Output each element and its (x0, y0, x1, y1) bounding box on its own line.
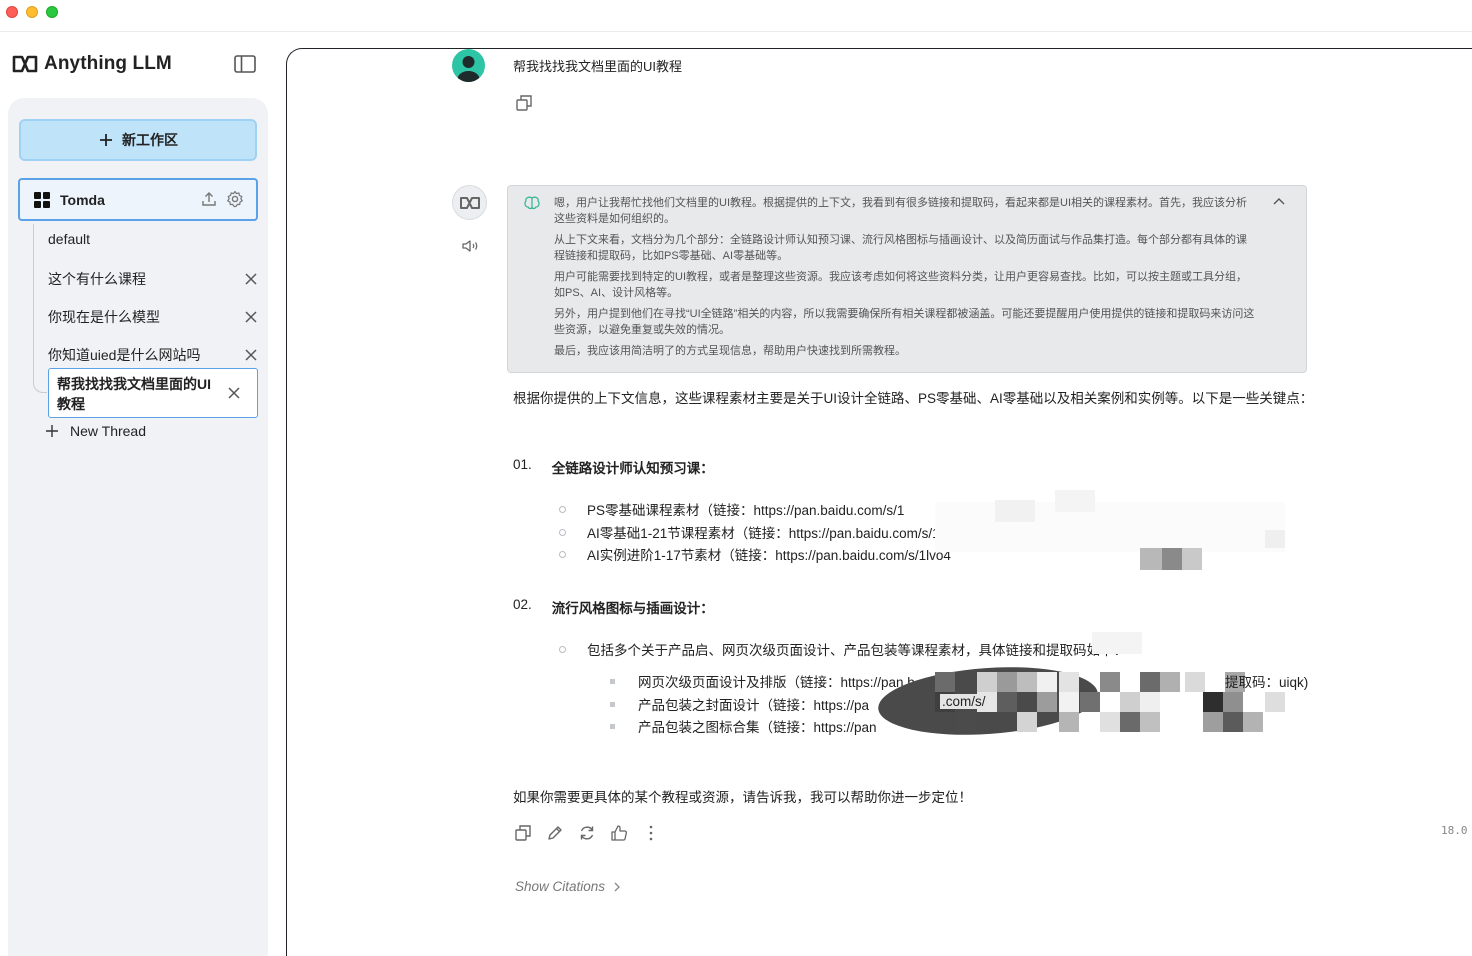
close-icon[interactable] (244, 348, 258, 362)
list-item-text: 包括多个关于产品启、网页次级页面设计、产品包装等课程素材，具体链接和提取码如下： (587, 643, 1127, 658)
list-item: PS零基础课程素材（链接：https://pan.baidu.com/s/1 (559, 499, 904, 519)
user-message: 帮我找找我文档里面的UI教程 (513, 59, 683, 74)
upload-icon[interactable] (200, 190, 218, 208)
thinking-paragraph: 另外，用户提到他们在寻找“UI全链路”相关的内容，所以我需要确保所有相关课程都被… (554, 308, 1255, 336)
message-actions (514, 824, 660, 842)
close-icon[interactable] (227, 386, 241, 400)
minimize-window-button[interactable] (26, 6, 38, 18)
gear-icon[interactable] (226, 190, 244, 208)
refresh-icon[interactable] (578, 824, 596, 842)
close-icon[interactable] (244, 272, 258, 286)
close-window-button[interactable] (6, 6, 18, 18)
thread-label: default (48, 231, 91, 247)
list-item-text: 网页次级页面设计及排版（链接：https://pan.b (638, 675, 915, 690)
list-item-text: PS零基础课程素材（链接：https://pan.baidu.com/s/1 (587, 503, 905, 518)
thinking-panel: 嗯，用户让我帮忙找他们文档里的UI教程。根据提供的上下文，我看到有很多链接和提取… (507, 185, 1307, 373)
user-icon (457, 56, 480, 82)
thinking-paragraph: 从上下文来看，文档分为几个部分：全链路设计师认知预习课、流行风格图标与插画设计、… (554, 234, 1247, 262)
thread-label: 帮我找找我文档里面的UI教程 (57, 376, 211, 412)
brand-logo-area: Anything LLM (12, 51, 172, 77)
window-titlebar (0, 0, 1472, 32)
section-heading: 流行风格图标与插画设计： (551, 601, 714, 616)
list-item: AI零基础1-21节课程素材（链接：https://pan.baidu.com/… (559, 522, 949, 542)
list-item: 包括多个关于产品启、网页次级页面设计、产品包装等课程素材，具体链接和提取码如下： (559, 639, 1127, 659)
thinking-paragraph: 用户可能需要找到特定的UI教程，或者是整理这些资源。我应该考虑如何将这些资料分类… (554, 271, 1247, 299)
brain-icon (524, 196, 540, 210)
answer-closing: 如果你需要更具体的某个教程或资源，请告诉我，我可以帮助你进一步定位！ (513, 790, 972, 805)
sidebar-toggle-icon[interactable] (233, 54, 257, 74)
section-title: 02. 流行风格图标与插画设计： (513, 597, 714, 617)
grid-icon (34, 191, 50, 208)
new-workspace-button[interactable]: 新工作区 (19, 119, 257, 161)
workspace-name: Tomda (60, 191, 105, 208)
copy-icon[interactable] (514, 824, 532, 842)
show-citations-button[interactable]: Show Citations (515, 879, 621, 894)
thinking-paragraph: 最后，我应该用简洁明了的方式呈现信息，帮助用户快速找到所需教程。 (554, 345, 906, 357)
assistant-avatar (452, 185, 487, 220)
new-thread-label: New Thread (70, 423, 147, 439)
section-number: 01. (513, 457, 532, 472)
thread-label: 你知道uied是什么网站吗 (48, 347, 201, 363)
thread-label: 这个有什么课程 (48, 271, 146, 287)
answer-intro: 根据你提供的上下文信息，这些课程素材主要是关于UI设计全链路、PS零基础、AI零… (513, 391, 1314, 406)
anythingllm-logo-icon (12, 55, 38, 73)
pencil-icon[interactable] (546, 824, 564, 842)
speaker-icon[interactable] (461, 237, 481, 255)
thread-item[interactable]: 你知道uied是什么网站吗 (48, 345, 258, 365)
thread-label: 你现在是什么模型 (48, 309, 160, 325)
link-fragment: 提取码：uiqk) (1225, 675, 1309, 690)
thread-item-default[interactable]: default (48, 231, 258, 247)
list-item-text: AI实例进阶1-17节素材（链接：https://pan.baidu.com/s… (587, 548, 951, 563)
copy-icon[interactable] (515, 94, 533, 112)
user-avatar (452, 49, 485, 82)
list-item: AI实例进阶1-17节素材（链接：https://pan.baidu.com/s… (559, 544, 951, 564)
thread-item[interactable]: 你现在是什么模型 (48, 307, 258, 327)
list-subitem: 产品包装之封面设计（链接：https://pa (610, 694, 869, 714)
token-stat: 18.0 (1441, 824, 1468, 837)
list-item-text: AI零基础1-21节课程素材（链接：https://pan.baidu.com/… (587, 526, 950, 541)
chevron-right-icon (614, 882, 620, 891)
thread-tree-line (33, 224, 47, 393)
more-options-icon[interactable] (642, 824, 660, 842)
redaction-mosaic (935, 490, 1285, 570)
thread-item[interactable]: 这个有什么课程 (48, 269, 258, 289)
thread-item-active[interactable]: 帮我找找我文档里面的UI教程 (48, 368, 258, 418)
new-workspace-label: 新工作区 (122, 132, 178, 148)
section-heading: 全链路设计师认知预习课： (551, 461, 714, 476)
chevron-up-icon[interactable] (1272, 196, 1286, 206)
maximize-window-button[interactable] (46, 6, 58, 18)
close-icon[interactable] (244, 310, 258, 324)
list-item-text: 产品包装之图标合集（链接：https://pan (638, 720, 877, 735)
redaction-mosaic (1092, 632, 1142, 654)
list-subitem: 网页次级页面设计及排版（链接：https://pan.b (610, 671, 915, 691)
link-fragment: .com/s/ (940, 694, 988, 709)
thinking-paragraph: 嗯，用户让我帮忙找他们文档里的UI教程。根据提供的上下文，我看到有很多链接和提取… (554, 197, 1247, 225)
list-subitem: 产品包装之图标合集（链接：https://pan (610, 716, 877, 736)
new-thread-button[interactable]: New Thread (46, 423, 146, 439)
brand-name: Anything LLM (44, 53, 172, 74)
section-title: 01. 全链路设计师认知预习课： (513, 457, 714, 477)
list-item-text: 产品包装之封面设计（链接：https://pa (638, 698, 870, 713)
plus-icon (46, 425, 58, 437)
thumbs-up-icon[interactable] (610, 824, 628, 842)
sidebar: 新工作区 Tomda default 这个有什么课程 你现在是什么模型 你知道u… (8, 98, 268, 956)
workspace-item-tomda[interactable]: Tomda (18, 178, 258, 221)
show-citations-label: Show Citations (515, 879, 606, 894)
anythingllm-logo-icon (459, 196, 480, 209)
plus-icon (100, 134, 112, 146)
section-number: 02. (513, 597, 532, 612)
